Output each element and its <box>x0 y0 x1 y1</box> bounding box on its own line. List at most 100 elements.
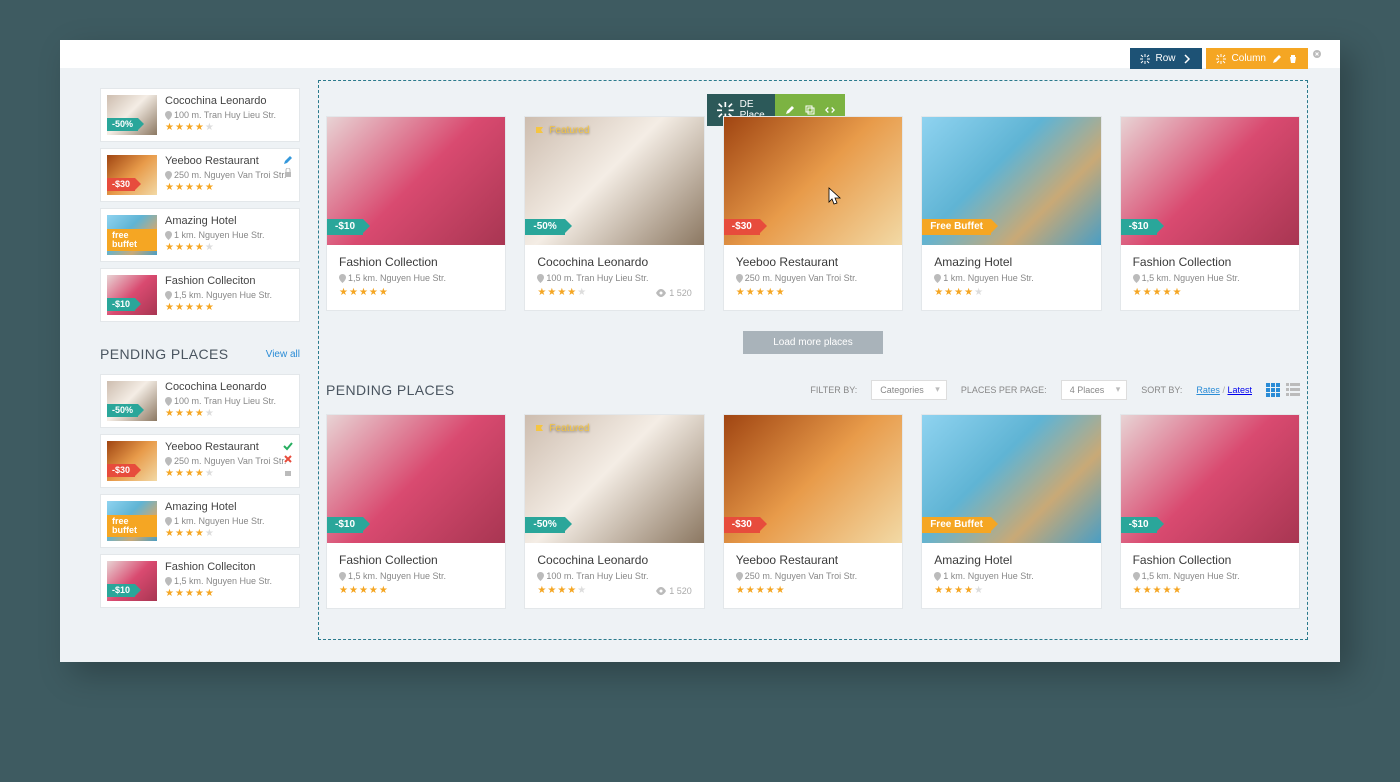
lock-icon[interactable] <box>283 467 293 477</box>
sidebar-list-top: -50%Cocochina Leonardo100 m. Tran Huy Li… <box>100 88 300 322</box>
list-item[interactable]: free buffetAmazing Hotel1 km. Nguyen Hue… <box>100 208 300 262</box>
place-address: 1,5 km. Nguyen Hue Str. <box>339 273 493 283</box>
place-thumbnail: free buffet <box>107 215 157 255</box>
pending-places-header: PENDING PLACES View all <box>100 346 300 362</box>
per-page-label: PLACES PER PAGE: <box>961 385 1047 395</box>
copy-icon[interactable] <box>805 105 815 115</box>
sort-rates-link[interactable]: Rates <box>1196 385 1220 395</box>
categories-select[interactable]: Categories <box>871 380 947 400</box>
place-image: Free Buffet <box>922 415 1100 543</box>
place-card[interactable]: -$10Fashion Collection1,5 km. Nguyen Hue… <box>326 414 506 609</box>
list-item[interactable]: -$10 Fashion Colleciton 1,5 km. Nguyen Hue… <box>100 554 300 608</box>
place-card[interactable]: Featured-50%Cocochina Leonardo100 m. Tra… <box>524 414 704 609</box>
star-rating: ★★★★★ <box>339 586 388 596</box>
place-address: 1 km. Nguyen Hue Str. <box>934 571 1088 581</box>
app-window: -50% Cocochina Leonardo 100 m. Tran Huy Li… <box>60 40 1340 662</box>
star-rating: ★★★★★ <box>537 586 586 596</box>
sidebar: -50% Cocochina Leonardo 100 m. Tran Huy Li… <box>100 88 300 632</box>
discount-badge: -$10 <box>107 298 135 311</box>
edit-icon[interactable] <box>785 105 795 115</box>
column-button[interactable]: Column <box>1206 48 1308 69</box>
sort-latest-link[interactable]: Latest <box>1227 385 1252 395</box>
place-card[interactable]: Free Buffet Amazing Hotel 1 km. Nguyen Hue… <box>921 414 1101 609</box>
star-rating: ★★★★★ <box>1133 586 1182 596</box>
place-card[interactable]: -$10Fashion Collection1,5 km. Nguyen Hue… <box>1120 116 1300 311</box>
lock-icon[interactable] <box>283 168 293 178</box>
discount-badge: -$10 <box>1121 219 1157 235</box>
place-card[interactable]: Featured-50%Cocochina Leonardo100 m. Tra… <box>524 116 704 311</box>
window-close-icon[interactable] <box>1312 49 1322 59</box>
list-view-icon[interactable] <box>1286 383 1300 397</box>
star-rating: ★★★★★ <box>165 469 293 479</box>
load-more-button[interactable]: Load more places <box>743 331 883 354</box>
place-title: Yeeboo Restaurant <box>736 255 890 269</box>
place-title: Amazing Hotel <box>934 255 1088 269</box>
discount-badge: free buffet <box>107 229 157 251</box>
reject-icon[interactable] <box>283 454 293 464</box>
per-page-select[interactable]: 4 Places <box>1061 380 1128 400</box>
place-card[interactable]: -$10Fashion Collection1,5 km. Nguyen Hue… <box>1120 414 1300 609</box>
place-card[interactable]: -$10Fashion Collection1,5 km. Nguyen Hue… <box>326 116 506 311</box>
discount-badge: -50% <box>525 517 564 533</box>
place-address: 250 m. Nguyen Van Troi Str. <box>165 170 293 180</box>
place-image: -$10 <box>327 415 505 543</box>
pending-places-title: PENDING PLACES <box>100 346 229 362</box>
filter-controls: FILTER BY: Categories PLACES PER PAGE: 4… <box>810 380 1300 400</box>
code-icon[interactable] <box>825 105 835 115</box>
star-rating: ★★★★★ <box>934 586 983 596</box>
place-address: 1,5 km. Nguyen Hue Str. <box>165 290 293 300</box>
list-item[interactable]: -$30Yeeboo Restaurant250 m. Nguyen Van T… <box>100 148 300 202</box>
place-card[interactable]: Free BuffetAmazing Hotel1 km. Nguyen Hue… <box>921 116 1101 311</box>
featured-flag: Featured <box>535 423 589 434</box>
list-item[interactable]: -50%Cocochina Leonardo100 m. Tran Huy Li… <box>100 374 300 428</box>
discount-badge: -50% <box>107 118 138 131</box>
view-count: 1 520 <box>656 586 692 596</box>
check-icon[interactable] <box>283 441 293 451</box>
star-rating: ★★★★★ <box>736 586 785 596</box>
star-rating: ★★★★★ <box>165 123 293 133</box>
places-grid-top: -$10Fashion Collection1,5 km. Nguyen Hue… <box>326 116 1300 311</box>
place-card[interactable]: -$30 Yeeboo Restaurant 250 m. Nguyen Van T… <box>723 116 903 311</box>
row-button[interactable]: Row <box>1130 48 1202 69</box>
grid-view-icon[interactable] <box>1266 383 1280 397</box>
list-item[interactable]: free buffetAmazing Hotel1 km. Nguyen Hue… <box>100 494 300 548</box>
featured-flag: Featured <box>535 125 589 136</box>
list-item[interactable]: -$10Fashion Colleciton1,5 km. Nguyen Hue… <box>100 268 300 322</box>
star-rating: ★★★★★ <box>165 303 293 313</box>
view-all-link[interactable]: View all <box>266 349 300 360</box>
place-title: Amazing Hotel <box>165 215 293 227</box>
place-title: Yeeboo Restaurant <box>165 441 293 453</box>
place-title: Cocochina Leonardo <box>537 255 691 269</box>
star-rating: ★★★★★ <box>1133 288 1182 298</box>
edit-icon[interactable] <box>283 155 293 165</box>
sidebar-list-pending: -50%Cocochina Leonardo100 m. Tran Huy Li… <box>100 374 300 608</box>
star-rating: ★★★★★ <box>165 529 293 539</box>
place-title: Fashion Collection <box>339 553 493 567</box>
place-address: 250 m. Nguyen Van Troi Str. <box>165 456 293 466</box>
place-title: Amazing Hotel <box>934 553 1088 567</box>
place-image: -$30 <box>724 415 902 543</box>
place-address: 250 m. Nguyen Van Troi Str. <box>736 571 890 581</box>
delete-icon[interactable] <box>1288 54 1298 64</box>
place-thumbnail: -$30 <box>107 441 157 481</box>
place-address: 1,5 km. Nguyen Hue Str. <box>165 576 293 586</box>
place-title: Cocochina Leonardo <box>165 381 293 393</box>
place-image: -$30 <box>724 117 902 245</box>
star-rating: ★★★★★ <box>934 288 983 298</box>
list-item[interactable]: -50%Cocochina Leonardo100 m. Tran Huy Li… <box>100 88 300 142</box>
discount-badge: -$30 <box>107 464 135 477</box>
place-image: Free Buffet <box>922 117 1100 245</box>
place-title: Fashion Colleciton <box>165 561 293 573</box>
edit-icon[interactable] <box>1272 54 1282 64</box>
star-rating: ★★★★★ <box>537 288 586 298</box>
sort-by-label: SORT BY: <box>1141 385 1182 395</box>
place-card[interactable]: -$30 Yeeboo Restaurant 250 m. Nguyen Van T… <box>723 414 903 609</box>
place-address: 100 m. Tran Huy Lieu Str. <box>165 396 293 406</box>
list-item[interactable]: -$30 Yeeboo Restaurant 250 m. Nguyen Van T… <box>100 434 300 488</box>
place-thumbnail: free buffet <box>107 501 157 541</box>
discount-badge: -$10 <box>107 584 135 597</box>
place-thumbnail: -$10 <box>107 561 157 601</box>
place-address: 250 m. Nguyen Van Troi Str. <box>736 273 890 283</box>
discount-badge: Free Buffet <box>922 219 991 235</box>
place-title: Yeeboo Restaurant <box>736 553 890 567</box>
